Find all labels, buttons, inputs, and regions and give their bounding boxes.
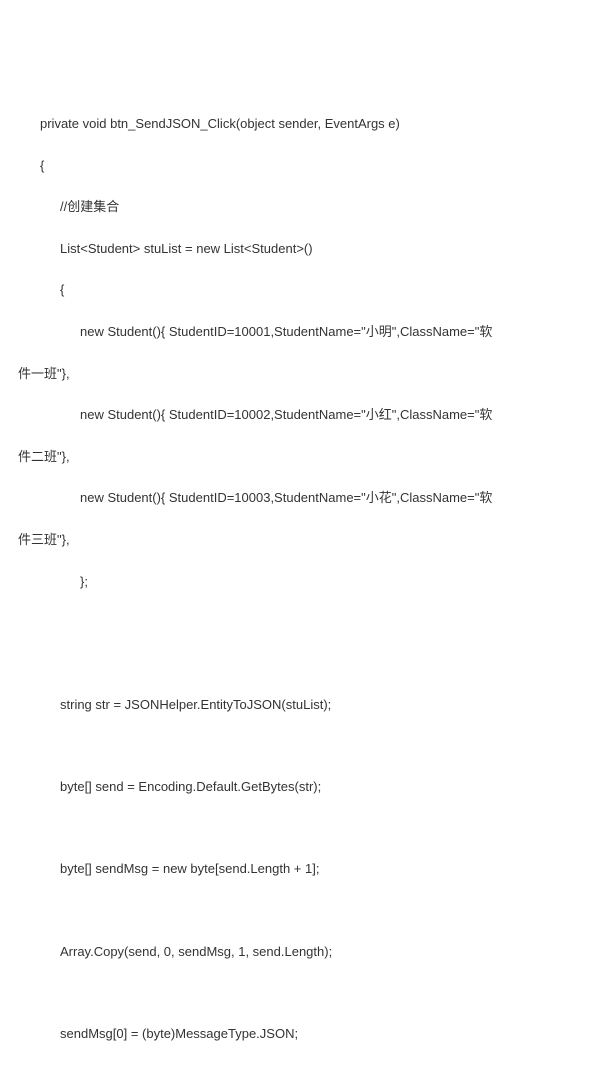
code-line: //创建集合 bbox=[0, 197, 600, 218]
code-line: { bbox=[0, 280, 600, 301]
code-line: new Student(){ StudentID=10003,StudentNa… bbox=[0, 488, 600, 509]
code-line: List<Student> stuList = new List<Student… bbox=[0, 239, 600, 260]
code-line: sendMsg[0] = (byte)MessageType.JSON; bbox=[0, 1024, 600, 1045]
code-line: 件一班"}, bbox=[0, 364, 600, 385]
blank-line bbox=[0, 819, 600, 839]
code-line: Array.Copy(send, 0, sendMsg, 1, send.Len… bbox=[0, 942, 600, 963]
blank-line bbox=[0, 1066, 600, 1080]
code-line: 件二班"}, bbox=[0, 447, 600, 468]
code-line: string str = JSONHelper.EntityToJSON(stu… bbox=[0, 695, 600, 716]
code-line: private void btn_SendJSON_Click(object s… bbox=[0, 114, 600, 135]
blank-line bbox=[0, 736, 600, 756]
code-line: }; bbox=[0, 572, 600, 593]
code-line: byte[] send = Encoding.Default.GetBytes(… bbox=[0, 777, 600, 798]
blank-line bbox=[0, 983, 600, 1003]
code-line: byte[] sendMsg = new byte[send.Length + … bbox=[0, 859, 600, 880]
code-snippet: private void btn_SendJSON_Click(object s… bbox=[0, 93, 600, 1080]
code-line: new Student(){ StudentID=10002,StudentNa… bbox=[0, 405, 600, 426]
blank-line bbox=[0, 654, 600, 674]
code-line: new Student(){ StudentID=10001,StudentNa… bbox=[0, 322, 600, 343]
blank-line bbox=[0, 613, 600, 633]
blank-line bbox=[0, 901, 600, 921]
code-line: { bbox=[0, 156, 600, 177]
code-line: 件三班"}, bbox=[0, 530, 600, 551]
